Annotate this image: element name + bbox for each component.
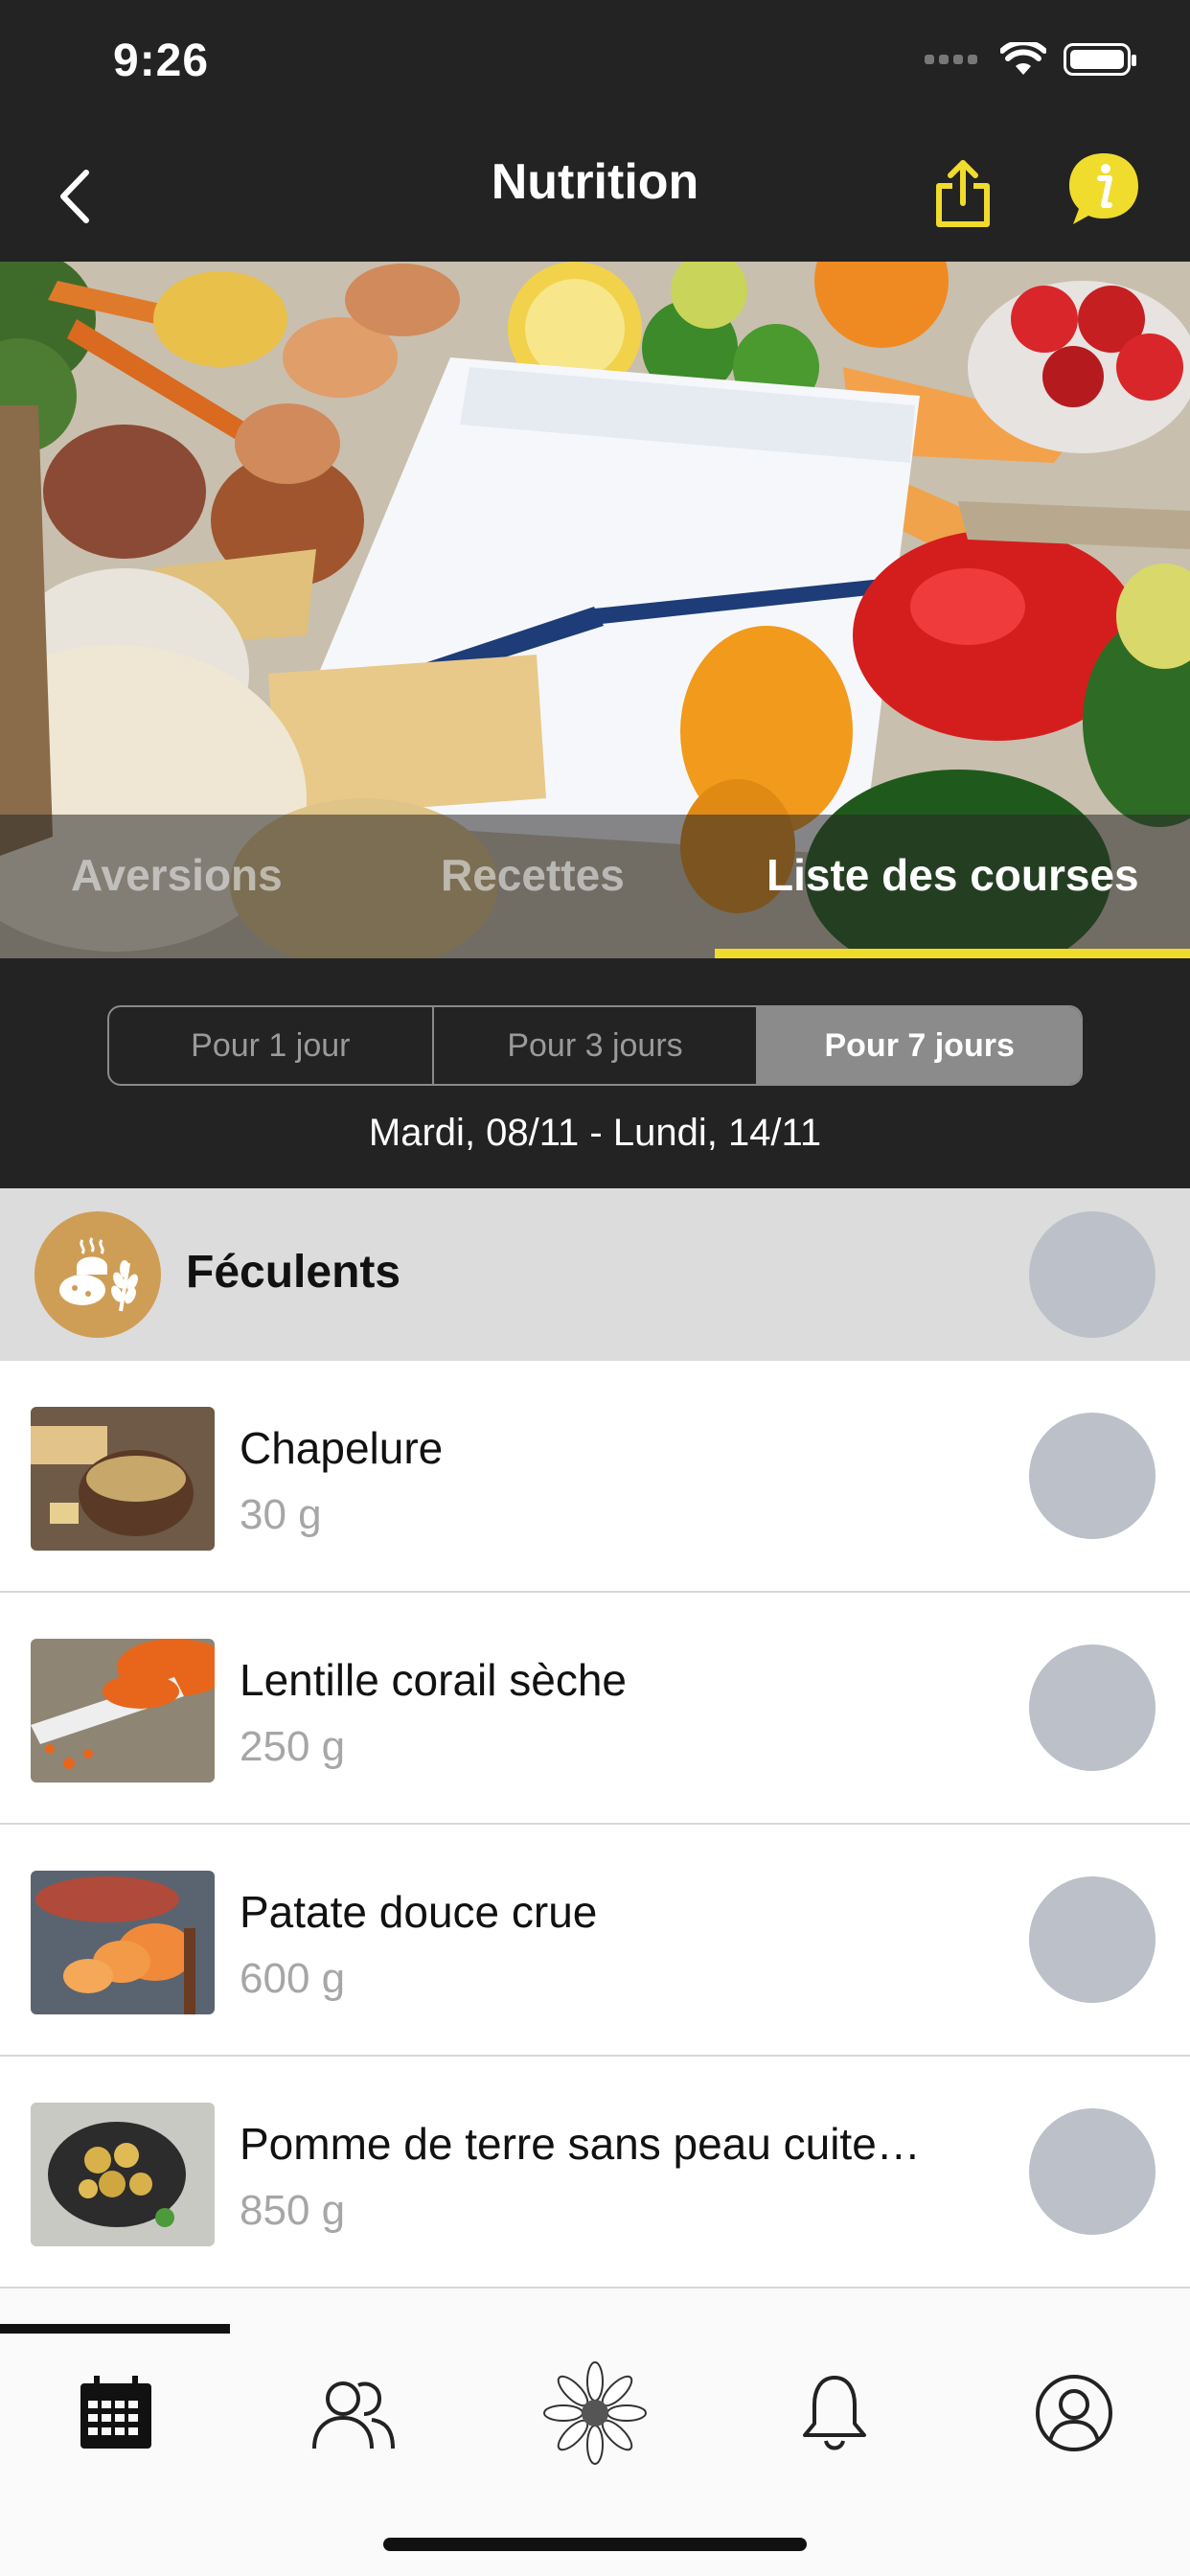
duration-option-7-days[interactable]: Pour 7 jours xyxy=(756,1007,1081,1084)
community-icon[interactable] xyxy=(310,2370,397,2456)
item-quantity: 250 g xyxy=(240,1723,346,1770)
battery-icon xyxy=(1064,43,1136,76)
item-check-toggle[interactable] xyxy=(1029,1876,1156,2003)
duration-option-3-days[interactable]: Pour 3 jours xyxy=(431,1007,757,1084)
list-item[interactable]: Lentille corail sèche 250 g xyxy=(0,1593,1190,1825)
shopping-list: Chapelure 30 g Lentille corail sèche 250… xyxy=(0,1361,1190,2288)
item-check-toggle[interactable] xyxy=(1029,1413,1156,1539)
item-name: Patate douce crue xyxy=(240,1887,598,1937)
list-item[interactable]: Chapelure 30 g xyxy=(0,1361,1190,1593)
starch-category-icon xyxy=(34,1211,161,1338)
wifi-icon xyxy=(1000,42,1046,75)
tab-recettes[interactable]: Recettes xyxy=(441,849,625,901)
item-quantity: 30 g xyxy=(240,1491,322,1538)
status-bar: 9:26 xyxy=(0,0,1190,134)
item-thumbnail xyxy=(31,1407,215,1551)
category-header: Féculents xyxy=(0,1188,1190,1361)
nav-bar: Nutrition xyxy=(0,134,1190,262)
bell-icon[interactable] xyxy=(791,2370,878,2456)
tab-liste-des-courses[interactable]: Liste des courses xyxy=(767,849,1139,901)
signal-icon xyxy=(925,55,977,64)
tab-aversions[interactable]: Aversions xyxy=(71,849,283,901)
date-range: Mardi, 08/11 - Lundi, 14/11 xyxy=(368,1112,822,1154)
item-check-toggle[interactable] xyxy=(1029,1644,1156,1771)
info-icon[interactable] xyxy=(1065,148,1142,230)
duration-option-1-day[interactable]: Pour 1 jour xyxy=(109,1007,432,1084)
page-title: Nutrition xyxy=(491,154,699,210)
tab-progress-indicator xyxy=(0,2324,230,2334)
home-indicator xyxy=(383,2538,807,2551)
duration-selector: Pour 1 jour Pour 3 jours Pour 7 jours xyxy=(107,1005,1083,1086)
category-title: Féculents xyxy=(186,1247,401,1298)
item-name: Lentille corail sèche xyxy=(240,1655,628,1705)
active-tab-indicator xyxy=(715,949,1190,958)
item-thumbnail xyxy=(31,1871,215,2014)
item-quantity: 600 g xyxy=(240,1955,346,2002)
item-name: Pomme de terre sans peau cuite… xyxy=(240,2119,921,2169)
flower-icon[interactable] xyxy=(542,2360,648,2466)
list-item[interactable]: Pomme de terre sans peau cuite… 850 g xyxy=(0,2057,1190,2288)
item-thumbnail xyxy=(31,1639,215,1782)
duration-controls: Pour 1 jour Pour 3 jours Pour 7 jours Ma… xyxy=(0,958,1190,1188)
bottom-tab-bar xyxy=(0,2334,1190,2576)
calendar-icon[interactable] xyxy=(73,2370,159,2456)
item-thumbnail xyxy=(31,2103,215,2246)
status-time: 9:26 xyxy=(113,35,210,86)
segment-tabs: Aversions Recettes Liste des courses xyxy=(0,815,1190,958)
profile-icon[interactable] xyxy=(1031,2370,1117,2456)
category-check-toggle[interactable] xyxy=(1029,1211,1156,1338)
list-item[interactable]: Patate douce crue 600 g xyxy=(0,1825,1190,2057)
item-quantity: 850 g xyxy=(240,2187,346,2234)
share-icon[interactable] xyxy=(929,155,996,232)
item-check-toggle[interactable] xyxy=(1029,2108,1156,2235)
item-name: Chapelure xyxy=(240,1423,444,1473)
status-icons xyxy=(925,42,1136,77)
